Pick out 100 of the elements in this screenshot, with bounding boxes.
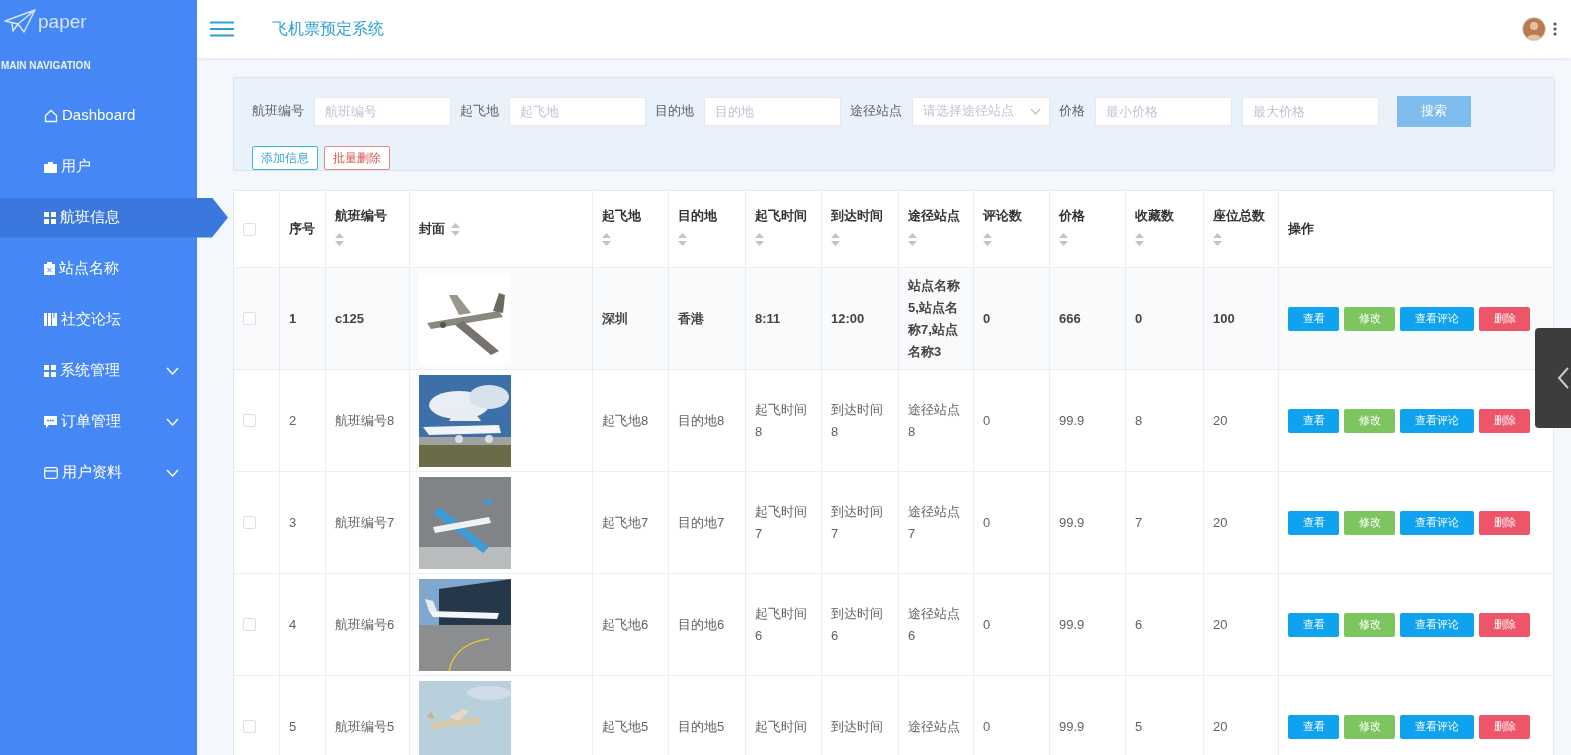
view-button[interactable]: 查看 [1288, 510, 1339, 535]
table-cell-text: 起飞时间7 [755, 502, 808, 543]
view-button[interactable]: 查看评论 [1400, 408, 1474, 433]
table-cell-text: 起飞时间6 [755, 604, 808, 645]
view-button[interactable]: 查看 [1288, 714, 1339, 739]
search-button[interactable]: 搜索 [1397, 95, 1471, 127]
table-cell-text: 目的地5 [678, 717, 725, 736]
table-row[interactable]: 1 c125 深圳 香港 8:11 12:00 站点名称5,站点名称7,站点名称3 0 666 0 100 查看 修改 查看评论 删除 [234, 268, 1553, 370]
field-label: 价格 [1059, 102, 1085, 121]
batch-delete-button[interactable]: 批量删除 [324, 146, 390, 170]
add-info-button[interactable]: 添加信息 [252, 146, 318, 170]
table-row[interactable]: 3 航班编号7 起飞地7 目的地7 起飞时间7 到达时间7 途径站点7 0 99.9 7 20 查看 修改 查看评论 删除 [234, 472, 1553, 574]
checkbox[interactable] [243, 222, 256, 236]
view-button[interactable]: 查看 [1288, 612, 1339, 637]
edit-button[interactable]: 修改 [1344, 510, 1395, 535]
paper-plane-icon [4, 9, 36, 33]
nav-item[interactable]: 用户资料 [0, 452, 197, 493]
nav-heading: MAIN NAVIGATION [0, 59, 91, 73]
input-field[interactable]: 起飞地 [509, 96, 646, 126]
input-field[interactable]: 目的地 [704, 96, 841, 126]
edit-button[interactable]: 修改 [1344, 714, 1395, 739]
field-label: 起飞地 [460, 102, 499, 121]
chat-icon [44, 415, 57, 428]
table-cell-text: 途径站点8 [908, 400, 961, 441]
column-header: 途径站点 [908, 207, 961, 225]
chevron-down-icon [1030, 107, 1041, 115]
table-cell-text: 8 [1135, 411, 1143, 430]
delete-button[interactable]: 删除 [1479, 408, 1530, 433]
table-cell-text: 目的地8 [678, 411, 725, 430]
grid-icon [44, 364, 56, 377]
side-panel-toggle[interactable] [1535, 328, 1571, 428]
view-button[interactable]: 查看评论 [1400, 714, 1474, 739]
nav-item[interactable]: 系统管理 [0, 350, 197, 391]
briefcase-icon [44, 160, 57, 173]
column-header: 评论数 [983, 207, 1023, 225]
input-field[interactable]: 最小价格 [1095, 96, 1232, 126]
nav-item[interactable]: 订单管理 [0, 401, 197, 442]
avatar[interactable] [1522, 17, 1546, 41]
delete-button[interactable]: 删除 [1479, 510, 1530, 535]
edit-button[interactable]: 修改 [1344, 408, 1395, 433]
table-cell-text: 起飞地6 [602, 615, 649, 634]
table-cell-text: 666 [1059, 309, 1081, 328]
table-cell-text: 6 [1135, 615, 1143, 634]
table-cell-text: 途径站点 [908, 717, 960, 736]
nav-item[interactable]: 用户 [0, 146, 197, 187]
table-cell-text: 起飞地8 [602, 411, 649, 430]
more-button[interactable] [1552, 21, 1558, 37]
table-cell-text: 站点名称5,站点名称7,站点名称3 [908, 276, 961, 361]
column-header: 价格 [1059, 207, 1086, 225]
input-field[interactable]: 最大价格 [1242, 96, 1379, 126]
checkbox[interactable] [243, 720, 256, 733]
table-cell-text: 0 [983, 615, 991, 634]
table-row[interactable]: 4 航班编号6 起飞地6 目的地6 起飞时间6 到达时间6 途径站点6 0 99.9 6 20 查看 修改 查看评论 删除 [234, 574, 1553, 676]
edit-button[interactable]: 修改 [1344, 612, 1395, 637]
table-cell-text: 1 [289, 309, 297, 328]
nav-item[interactable]: 航班信息 [0, 197, 228, 238]
view-button[interactable]: 查看 [1288, 306, 1339, 331]
delete-button[interactable]: 删除 [1479, 612, 1530, 637]
menu-button[interactable] [210, 19, 234, 39]
table-cell-text: 起飞地7 [602, 513, 649, 532]
column-header: 到达时间 [831, 207, 884, 225]
column-header: 序号 [289, 220, 315, 239]
table-cell-text: 航班编号6 [335, 615, 395, 634]
column-header: 封面 [419, 220, 445, 239]
table-cell-text: 5 [289, 717, 297, 736]
nav-item[interactable]: 站点名称 [0, 248, 197, 289]
table-cell-text: 20 [1213, 513, 1228, 532]
table-cell-text: 0 [983, 513, 991, 532]
table-cell-text: 目的地7 [678, 513, 725, 532]
brand-name: paper [38, 11, 87, 31]
app-title: 飞机票预定系统 [272, 19, 385, 39]
nav-item[interactable]: 社交论坛 [0, 299, 197, 340]
delete-button[interactable]: 删除 [1479, 714, 1530, 739]
input-field[interactable]: 航班编号 [314, 96, 451, 126]
checkbox[interactable] [243, 414, 256, 427]
table-cell-text: 目的地6 [678, 615, 725, 634]
column-header: 座位总数 [1213, 207, 1266, 225]
table-cell-text: 到达时间7 [831, 502, 884, 543]
column-header: 收藏数 [1135, 207, 1175, 225]
checkbox[interactable] [243, 618, 256, 631]
nav-item[interactable]: Dashboard [0, 95, 197, 136]
delete-button[interactable]: 删除 [1479, 306, 1530, 331]
table-cell-text: 航班编号8 [335, 411, 395, 430]
table-cell-text: 99.9 [1059, 411, 1085, 430]
table-cell-text: 3 [289, 513, 297, 532]
view-button[interactable]: 查看评论 [1400, 510, 1474, 535]
table-cell-text: 航班编号7 [335, 513, 395, 532]
view-button[interactable]: 查看评论 [1400, 612, 1474, 637]
edit-button[interactable]: 修改 [1344, 306, 1395, 331]
select-field[interactable]: 请选择途径站点 [912, 96, 1050, 126]
table-cell-text: 到达时间6 [831, 604, 884, 645]
checkbox[interactable] [243, 312, 256, 325]
view-button[interactable]: 查看评论 [1400, 306, 1474, 331]
table-cell-text: 起飞地5 [602, 717, 649, 736]
column-header: 起飞地 [602, 207, 642, 225]
column-header: 航班编号 [335, 207, 388, 225]
checkbox[interactable] [243, 516, 256, 529]
table-row[interactable]: 2 航班编号8 起飞地8 目的地8 起飞时间8 到达时间8 途径站点8 0 99.9 8 20 查看 修改 查看评论 删除 [234, 370, 1553, 472]
chevron-left-icon [1557, 366, 1569, 390]
view-button[interactable]: 查看 [1288, 408, 1339, 433]
